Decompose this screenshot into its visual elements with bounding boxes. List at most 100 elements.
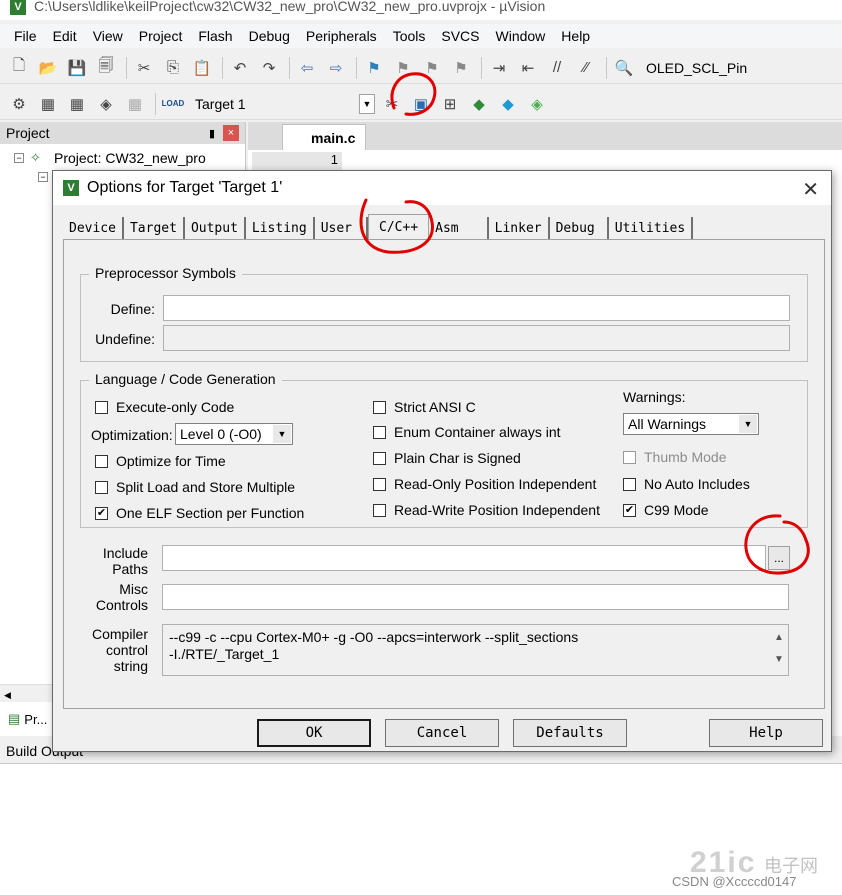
file-extensions-icon[interactable]: ⊞	[439, 93, 461, 115]
redo-icon[interactable]: ↷	[258, 57, 280, 79]
tab-listing[interactable]: Listing	[246, 217, 315, 239]
define-label: Define:	[110, 301, 155, 317]
scroll-left-icon[interactable]: ◀	[0, 690, 11, 700]
batch-build-icon[interactable]: ◈	[95, 93, 117, 115]
project-icon: ✧	[30, 150, 41, 165]
bookmark-prev-icon[interactable]: ⚑	[392, 57, 414, 79]
find-in-files-icon[interactable]: 🔍	[613, 57, 635, 79]
warnings-select[interactable]: All Warnings ▼	[623, 413, 759, 435]
plain-char-checkbox[interactable]: Plain Char is Signed	[373, 450, 521, 466]
defaults-button[interactable]: Defaults	[513, 719, 627, 747]
editor-tab-label: main.c	[311, 129, 356, 146]
tab-linker[interactable]: Linker	[489, 217, 550, 239]
menu-project[interactable]: Project	[131, 28, 191, 44]
stop-build-icon[interactable]: ▦	[124, 93, 146, 115]
open-file-icon[interactable]: 📂	[37, 57, 59, 79]
tab-c-cpp[interactable]: C/C++	[368, 214, 430, 240]
rw-position-independent-checkbox[interactable]: Read-Write Position Independent	[373, 502, 600, 518]
translate-icon[interactable]: ⚙	[8, 93, 30, 115]
language-group-title: Language / Code Generation	[89, 371, 282, 387]
ro-position-independent-checkbox[interactable]: Read-Only Position Independent	[373, 476, 596, 492]
chevron-down-icon[interactable]: ▼	[359, 93, 375, 114]
unindent-icon[interactable]: ⇤	[517, 57, 539, 79]
bookmark-toggle-icon[interactable]: ⚑	[363, 57, 385, 79]
find-combo[interactable]: OLED_SCL_Pin	[646, 60, 747, 76]
scroll-up-icon[interactable]: ▲	[772, 627, 786, 649]
pack-installer-icon[interactable]: ◈	[526, 93, 548, 115]
copy-icon[interactable]: ⎘	[162, 57, 184, 79]
new-file-icon[interactable]: 🗋	[8, 57, 30, 79]
tab-utilities[interactable]: Utilities	[609, 217, 694, 239]
manage-rte-icon[interactable]: ◆	[468, 93, 490, 115]
close-icon[interactable]: ✕	[802, 177, 819, 202]
target-options-icon[interactable]: ✂	[381, 93, 403, 115]
manage-components-icon[interactable]: ▣	[410, 93, 432, 115]
bookmark-clear-icon[interactable]: ⚑	[450, 57, 472, 79]
project-tab[interactable]: ▤ Pr...	[8, 708, 47, 730]
paste-icon[interactable]: 📋	[191, 57, 213, 79]
uncomment-icon[interactable]: ⁄⁄	[575, 57, 597, 79]
c99-mode-checkbox[interactable]: ✔ C99 Mode	[623, 502, 709, 518]
tab-debug[interactable]: Debug	[550, 217, 609, 239]
nav-forward-icon[interactable]: ⇨	[325, 57, 347, 79]
scroll-down-icon[interactable]: ▼	[772, 649, 786, 671]
undo-icon[interactable]: ↶	[229, 57, 251, 79]
project-tab-label: Pr...	[24, 711, 48, 727]
rebuild-icon[interactable]: ▦	[66, 93, 88, 115]
comment-icon[interactable]: //	[546, 57, 568, 79]
menu-flash[interactable]: Flash	[190, 28, 240, 44]
target-select[interactable]: Target 1	[191, 93, 351, 115]
strict-ansi-checkbox[interactable]: Strict ANSI C	[373, 399, 476, 415]
optimize-time-checkbox[interactable]: Optimize for Time	[95, 453, 226, 469]
indent-icon[interactable]: ⇥	[488, 57, 510, 79]
menu-view[interactable]: View	[85, 28, 131, 44]
compiler-string-scrollbar[interactable]: ▲ ▼	[772, 627, 786, 671]
tab-device[interactable]: Device	[63, 217, 124, 239]
chevron-down-icon[interactable]: ▼	[273, 425, 291, 443]
cut-icon[interactable]: ✂	[133, 57, 155, 79]
include-paths-browse-button[interactable]: ...	[768, 546, 790, 570]
enum-container-checkbox[interactable]: Enum Container always int	[373, 424, 561, 440]
menu-window[interactable]: Window	[488, 28, 554, 44]
menu-svcs[interactable]: SVCS	[433, 28, 487, 44]
execute-only-checkbox[interactable]: Execute-only Code	[95, 399, 234, 415]
tab-user[interactable]: User	[315, 217, 369, 239]
ok-button[interactable]: OK	[257, 719, 371, 747]
menu-tools[interactable]: Tools	[385, 28, 434, 44]
select-packs-icon[interactable]: ◆	[497, 93, 519, 115]
pin-icon[interactable]: ▮	[209, 127, 215, 140]
collapse-icon[interactable]: −	[38, 172, 48, 182]
tab-asm[interactable]: Asm	[429, 217, 489, 239]
bookmark-next-icon[interactable]: ⚑	[421, 57, 443, 79]
misc-controls-input[interactable]	[162, 584, 789, 610]
menu-help[interactable]: Help	[553, 28, 598, 44]
chevron-down-icon[interactable]: ▼	[739, 415, 757, 433]
close-icon[interactable]: ×	[223, 125, 239, 141]
define-input[interactable]	[163, 295, 790, 321]
optimization-label: Optimization:	[91, 427, 173, 443]
undefine-input[interactable]	[163, 325, 790, 351]
collapse-icon[interactable]: −	[14, 153, 24, 163]
include-paths-input[interactable]	[162, 545, 766, 571]
editor-tab-main-c[interactable]: main.c	[282, 124, 366, 150]
project-tree-root[interactable]: − ✧ Project: CW32_new_pro	[0, 144, 245, 166]
save-icon[interactable]: 💾	[66, 57, 88, 79]
cancel-button[interactable]: Cancel	[385, 719, 499, 747]
tab-target[interactable]: Target	[124, 217, 185, 239]
menu-edit[interactable]: Edit	[45, 28, 85, 44]
nav-back-icon[interactable]: ⇦	[296, 57, 318, 79]
download-icon[interactable]: LOAD	[162, 93, 185, 115]
no-auto-includes-checkbox[interactable]: No Auto Includes	[623, 476, 750, 492]
help-button[interactable]: Help	[709, 719, 823, 747]
build-toolbar: ⚙ ▦ ▦ ◈ ▦ LOAD Target 1 ▼ ✂ ▣ ⊞ ◆ ◆ ◈	[0, 88, 842, 120]
one-elf-checkbox[interactable]: ✔ One ELF Section per Function	[95, 505, 304, 521]
menu-peripherals[interactable]: Peripherals	[298, 28, 385, 44]
menu-debug[interactable]: Debug	[241, 28, 298, 44]
thumb-mode-checkbox[interactable]: Thumb Mode	[623, 449, 726, 465]
build-icon[interactable]: ▦	[37, 93, 59, 115]
optimization-select[interactable]: Level 0 (-O0) ▼	[175, 423, 293, 445]
split-load-checkbox[interactable]: Split Load and Store Multiple	[95, 479, 295, 495]
save-all-icon[interactable]: 🗐	[95, 57, 117, 79]
menu-file[interactable]: File	[6, 28, 45, 44]
tab-output[interactable]: Output	[185, 217, 246, 239]
